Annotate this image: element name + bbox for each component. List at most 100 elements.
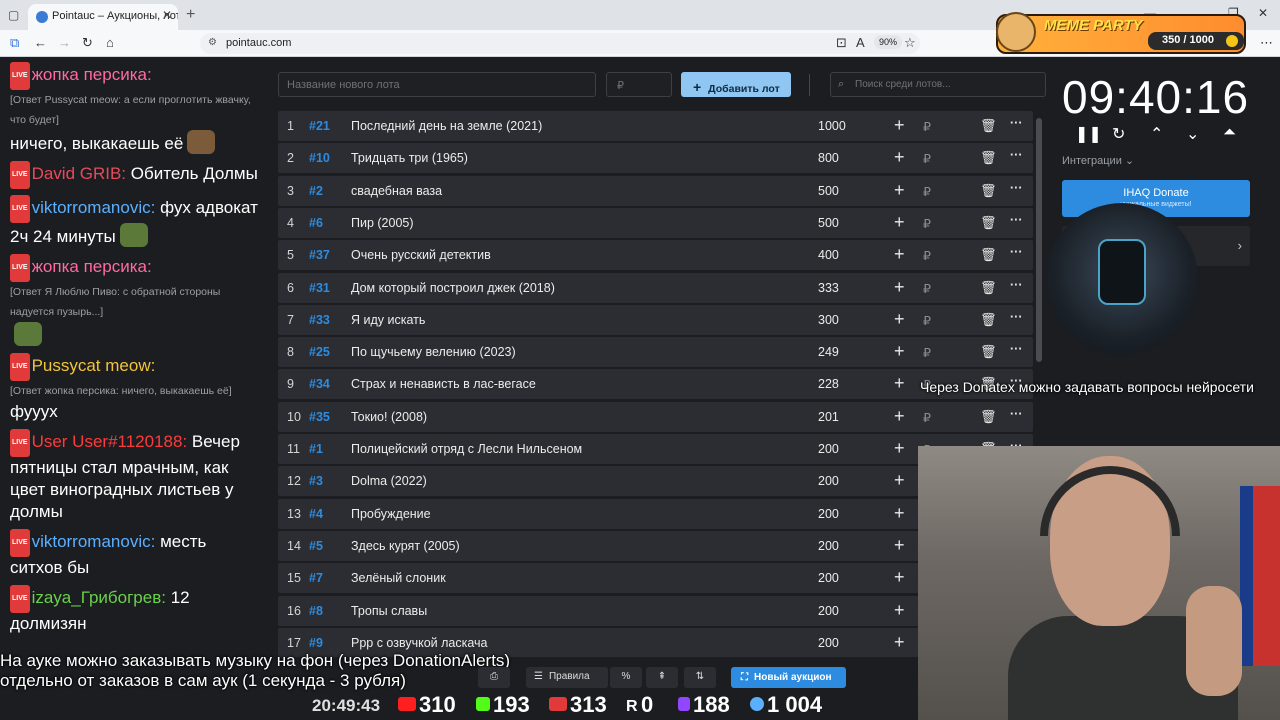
lot-amount[interactable]: 200 — [818, 539, 839, 553]
lot-search-input[interactable]: ⌕ Поиск среди лотов... — [830, 72, 1046, 97]
more-options-icon[interactable]: ··· — [1010, 181, 1023, 195]
lot-row[interactable]: 10 #35 Токио! (2008) 201 + ₽ 🗑 ··· — [278, 401, 1033, 432]
lot-amount[interactable]: 228 — [818, 377, 839, 391]
rules-button[interactable]: ☰ Правила — [526, 667, 608, 688]
lot-name[interactable]: Тридцать три (1965) — [351, 151, 468, 165]
lot-amount[interactable]: 249 — [818, 345, 839, 359]
lot-name[interactable]: По щучьему велению (2023) — [351, 345, 516, 359]
add-amount-icon[interactable]: + — [894, 470, 905, 491]
tab-actions-icon[interactable]: ▢ — [8, 8, 19, 22]
lot-amount[interactable]: 200 — [818, 604, 839, 618]
add-amount-icon[interactable]: + — [894, 567, 905, 588]
add-amount-icon[interactable]: + — [894, 212, 905, 233]
lot-name[interactable]: Dolma (2022) — [351, 474, 427, 488]
delete-lot-icon[interactable]: 🗑 — [980, 280, 997, 296]
lot-row[interactable]: 4 #6 Пир (2005) 500 + ₽ 🗑 ··· — [278, 207, 1033, 238]
integrations-dropdown[interactable]: Интеграции ⌄ — [1062, 154, 1134, 167]
lot-row[interactable]: 3 #2 свадебная ваза 500 + ₽ 🗑 ··· — [278, 175, 1033, 206]
more-options-icon[interactable]: ··· — [1010, 148, 1023, 162]
add-amount-icon[interactable]: + — [894, 600, 905, 621]
lot-row[interactable]: 6 #31 Дом который построил джек (2018) 333 +… — [278, 272, 1033, 303]
delete-lot-icon[interactable]: 🗑 — [980, 312, 997, 328]
close-tab-icon[interactable]: ✕ — [162, 8, 172, 22]
home-icon[interactable]: ⌂ — [106, 35, 114, 50]
lot-name[interactable]: Страх и ненависть в лас-вегасе — [351, 377, 536, 391]
lot-amount[interactable]: 200 — [818, 442, 839, 456]
address-bar[interactable]: ⚙ pointauc.com — [200, 33, 920, 54]
lot-name[interactable]: Очень русский детектив — [351, 248, 491, 262]
more-options-icon[interactable]: ··· — [1010, 213, 1023, 227]
more-options-icon[interactable]: ··· — [1010, 342, 1023, 356]
lot-amount[interactable]: 400 — [818, 248, 839, 262]
add-amount-icon[interactable]: + — [894, 438, 905, 459]
lot-amount[interactable]: 300 — [818, 313, 839, 327]
lot-amount[interactable]: 800 — [818, 151, 839, 165]
lot-row[interactable]: 1 #21 Последний день на земле (2021) 1000 + ₽… — [278, 111, 1033, 141]
lot-amount[interactable]: 500 — [818, 216, 839, 230]
lot-name[interactable]: Я иду искать — [351, 313, 425, 327]
lot-list-scrollbar[interactable] — [1036, 118, 1042, 362]
delete-lot-icon[interactable]: 🗑 — [980, 183, 997, 199]
new-auction-button[interactable]: ⛶ Новый аукцион — [731, 667, 846, 688]
lot-name[interactable]: Здесь курят (2005) — [351, 539, 460, 553]
more-options-icon[interactable]: ··· — [1010, 278, 1023, 292]
add-amount-icon[interactable]: + — [894, 503, 905, 524]
reader-view-icon[interactable]: ⊡ — [836, 35, 847, 51]
lot-amount[interactable]: 200 — [818, 571, 839, 585]
lot-name[interactable]: Полицейский отряд с Лесли Нильсеном — [351, 442, 582, 456]
lot-name[interactable]: Пир (2005) — [351, 216, 414, 230]
reload-icon[interactable]: ↻ — [82, 35, 93, 51]
menu-icon[interactable]: ⋯ — [1260, 35, 1273, 51]
delete-lot-icon[interactable]: 🗑 — [980, 215, 997, 231]
pause-icon[interactable]: ❚❚ — [1075, 124, 1102, 144]
delete-lot-icon[interactable]: 🗑 — [980, 118, 997, 134]
lot-amount[interactable]: 333 — [818, 281, 839, 295]
more-options-icon[interactable]: ··· — [1010, 310, 1023, 324]
merge-button[interactable]: ⇞ — [646, 667, 678, 688]
delete-lot-icon[interactable]: 🗑 — [980, 344, 997, 360]
lot-amount[interactable]: 200 — [818, 474, 839, 488]
add-amount-icon[interactable]: + — [894, 341, 905, 362]
lot-name[interactable]: свадебная ваза — [351, 184, 442, 198]
delete-lot-icon[interactable]: 🗑 — [980, 150, 997, 166]
delete-lot-icon[interactable]: 🗑 — [980, 409, 997, 425]
delete-lot-icon[interactable]: 🗑 — [980, 247, 997, 263]
lot-amount[interactable]: 200 — [818, 507, 839, 521]
lot-name[interactable]: Последний день на земле (2021) — [351, 119, 542, 133]
lot-amount[interactable]: 1000 — [818, 119, 846, 133]
translate-icon[interactable]: A — [856, 35, 865, 50]
back-icon[interactable]: ← — [34, 35, 47, 50]
add-amount-icon[interactable]: + — [894, 309, 905, 330]
site-info-icon[interactable]: ⚙ — [208, 37, 217, 48]
add-amount-icon[interactable]: + — [894, 406, 905, 427]
workspaces-icon[interactable]: ⧉ — [10, 35, 19, 51]
add-amount-icon[interactable]: + — [894, 373, 905, 394]
add-time-icon[interactable]: ⌃ — [1150, 124, 1163, 144]
lot-row[interactable]: 2 #10 Тридцать три (1965) 800 + ₽ 🗑 ··· — [278, 143, 1033, 174]
percent-button[interactable]: % — [610, 667, 642, 688]
add-amount-icon[interactable]: + — [894, 147, 905, 168]
subtract-time-icon[interactable]: ⌄ — [1186, 124, 1199, 144]
lot-row[interactable]: 8 #25 По щучьему велению (2023) 249 + ₽ 🗑 ··· — [278, 337, 1033, 368]
zoom-level[interactable]: 90% — [874, 35, 903, 49]
lot-name[interactable]: Токио! (2008) — [351, 410, 427, 424]
lot-row[interactable]: 7 #33 Я иду искать 300 + ₽ 🗑 ··· — [278, 304, 1033, 335]
forward-icon[interactable]: → — [58, 35, 71, 50]
add-amount-icon[interactable]: + — [894, 244, 905, 265]
lot-amount[interactable]: 500 — [818, 184, 839, 198]
new-lot-name-input[interactable]: Название нового лота — [278, 72, 596, 97]
add-lot-button[interactable]: + Добавить лот — [681, 72, 791, 97]
lot-amount[interactable]: 201 — [818, 410, 839, 424]
browser-tab[interactable]: Pointauc – Аукционы, лотере ✕ — [28, 4, 178, 30]
lot-name[interactable]: Ррр с озвучкой ласкача — [351, 636, 488, 650]
lot-name[interactable]: Пробуждение — [351, 507, 431, 521]
add-amount-icon[interactable]: + — [894, 535, 905, 556]
add-amount-icon[interactable]: + — [894, 277, 905, 298]
lot-name[interactable]: Тропы славы — [351, 604, 427, 618]
more-options-icon[interactable]: ··· — [1010, 245, 1023, 259]
new-tab-icon[interactable]: + — [186, 6, 195, 24]
favorite-star-icon[interactable]: ☆ — [904, 35, 916, 51]
sort-button[interactable]: ⇅ — [684, 667, 716, 688]
more-options-icon[interactable]: ··· — [1010, 116, 1023, 130]
close-window-icon[interactable]: ✕ — [1258, 6, 1268, 20]
